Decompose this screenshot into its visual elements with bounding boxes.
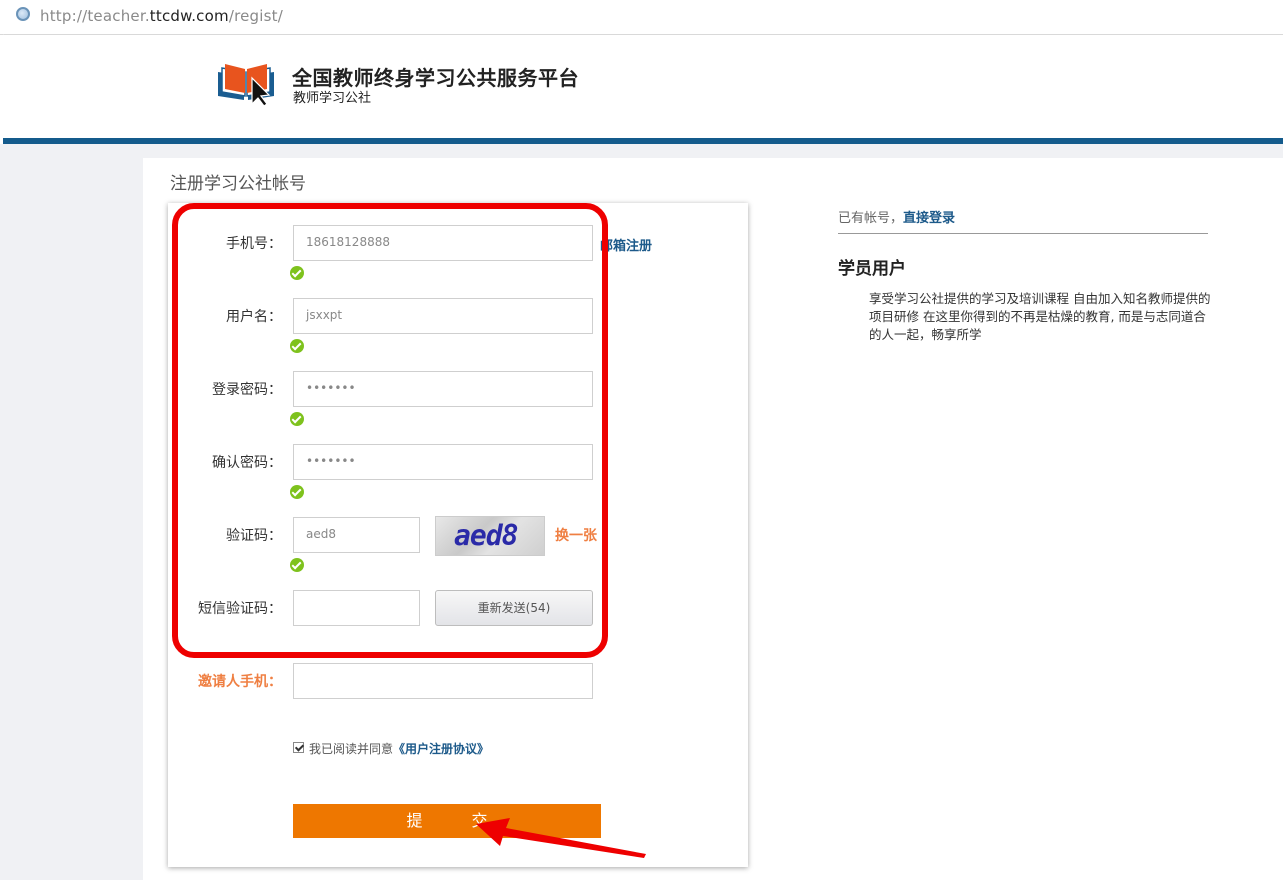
agreement-text: 我已阅读并同意《用户注册协议》 [309,742,490,756]
login-hint: 已有帐号，直接登录 [838,211,956,226]
url-text[interactable]: http://teacher.ttcdw.com/regist/ [40,7,283,25]
book-logo-icon[interactable] [216,56,276,106]
role-description: 享受学习公社提供的学习及培训课程 自由加入知名教师提供的项目研修 在这里你得到的… [869,291,1211,342]
page-globe-icon [16,7,30,21]
page-background [0,144,143,880]
role-title: 学员用户 [838,259,906,279]
page-title: 注册学习公社帐号 [170,174,306,194]
address-bar[interactable]: http://teacher.ttcdw.com/regist/ [0,0,1283,35]
inviter-phone-input[interactable] [293,663,593,699]
site-header [0,35,1283,138]
page-background-top [143,144,1283,158]
direct-login-link[interactable]: 直接登录 [903,211,955,226]
site-subtitle: 教师学习公社 [293,91,372,106]
inviter-phone-label: 邀请人手机： [198,674,282,690]
annotation-arrow-icon [476,818,646,858]
user-agreement-link[interactable]: 《用户注册协议》 [393,742,489,756]
annotation-highlight-box [172,203,608,658]
agreement-checkbox[interactable] [293,742,304,753]
sidebar-divider [838,233,1208,234]
